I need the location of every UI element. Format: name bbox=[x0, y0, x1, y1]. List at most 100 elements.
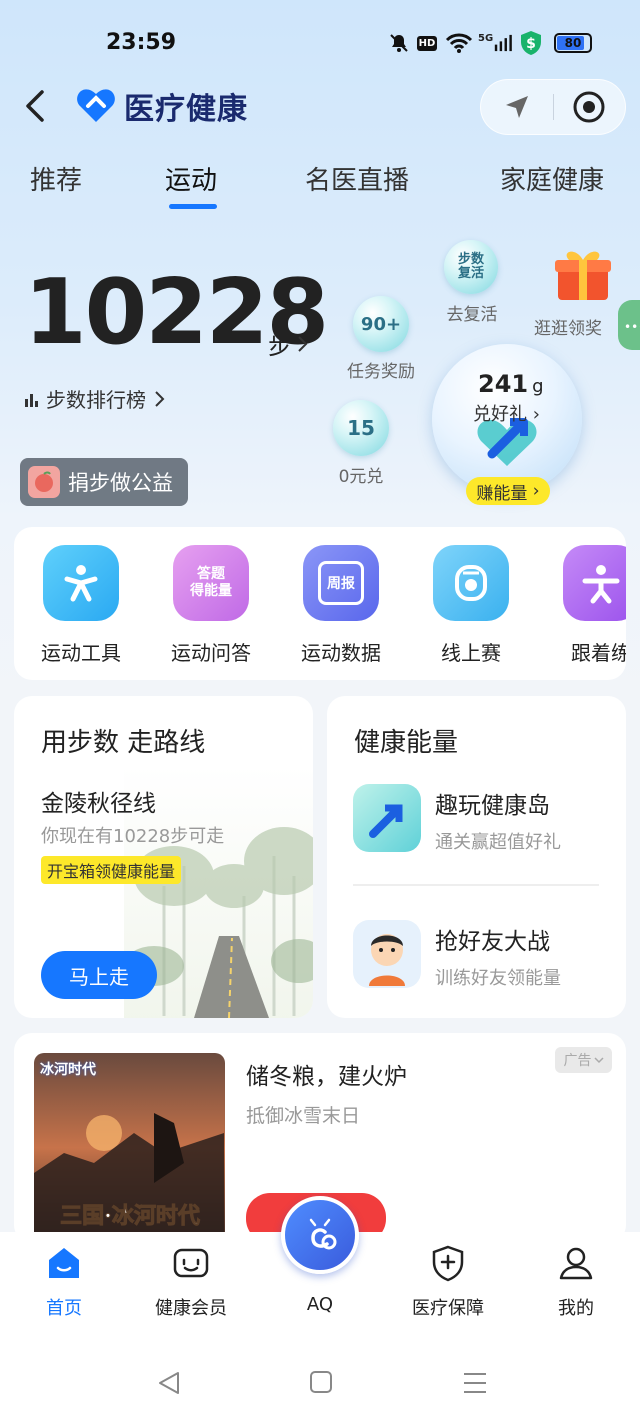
nav-health-member[interactable]: 健康会员 bbox=[141, 1244, 241, 1320]
donate-steps-label: 捐步做公益 bbox=[68, 471, 173, 495]
energy-row-sub: 通关赢超值好礼 bbox=[435, 832, 561, 853]
nav-label: 首页 bbox=[46, 1298, 82, 1319]
svg-text:$: $ bbox=[526, 36, 536, 52]
system-home-icon[interactable] bbox=[309, 1370, 333, 1394]
chevron-right-icon bbox=[155, 390, 165, 407]
sports-tools-card: 运动工具 答题 得能量 运动问答 周报 运动数据 线上赛 跟着练 bbox=[14, 527, 626, 680]
cellular-signal-icon: 5G bbox=[478, 30, 512, 56]
tab-sports[interactable]: 运动 bbox=[165, 160, 217, 197]
energy-row-sub: 训练好友领能量 bbox=[435, 968, 561, 989]
record-button[interactable] bbox=[554, 79, 626, 135]
chevron-right-icon bbox=[298, 335, 308, 352]
nav-medical-insurance[interactable]: 医疗保障 bbox=[398, 1244, 498, 1320]
tab-recommend[interactable]: 推荐 bbox=[30, 160, 82, 197]
energy-row-friends[interactable]: 抢好友大战 训练好友领能量 bbox=[327, 912, 626, 1012]
workout-person-icon bbox=[563, 545, 626, 621]
tool-sports-quiz[interactable]: 答题 得能量 运动问答 bbox=[161, 545, 261, 666]
energy-row-island[interactable]: 趣玩健康岛 通关赢超值好礼 bbox=[327, 776, 626, 876]
chevron-down-icon bbox=[593, 1057, 604, 1064]
peach-icon bbox=[28, 466, 60, 498]
energy-redeem-link[interactable]: 兑好礼 › bbox=[473, 400, 540, 426]
ad-tag[interactable]: 广告 bbox=[555, 1047, 612, 1073]
free-redeem-label: 0元兑 bbox=[338, 467, 384, 487]
tab-indicator bbox=[169, 204, 217, 209]
bar-chart-icon bbox=[25, 393, 38, 407]
ad-game-image[interactable]: 三国·冰河时代 冰河时代 bbox=[34, 1053, 225, 1243]
back-button[interactable] bbox=[18, 86, 58, 126]
island-arrow-icon bbox=[353, 784, 421, 852]
tab-family-health[interactable]: 家庭健康 bbox=[500, 160, 604, 197]
side-floating-tab[interactable]: ••• bbox=[618, 300, 640, 350]
tool-sports-tools[interactable]: 运动工具 bbox=[31, 545, 131, 666]
ad-subtitle: 抵御冰雪末日 bbox=[246, 1105, 361, 1127]
step-route-card[interactable]: 用步数 走路线 金陵秋径线 你现在有10228步可走 开宝箱领健康能量 马上走 bbox=[14, 696, 313, 1018]
user-icon bbox=[559, 1247, 593, 1280]
location-arrow-icon bbox=[505, 96, 528, 118]
target-record-icon bbox=[573, 91, 605, 123]
go-now-button[interactable]: 马上走 bbox=[41, 951, 157, 999]
nav-home[interactable]: 首页 bbox=[14, 1244, 114, 1320]
nav-label: AQ bbox=[306, 1294, 334, 1315]
energy-unit: g bbox=[532, 376, 544, 397]
mute-bell-icon bbox=[388, 30, 410, 56]
free-redeem-bubble[interactable]: 15 bbox=[333, 400, 389, 456]
location-button[interactable] bbox=[481, 79, 553, 135]
system-menu-icon[interactable] bbox=[462, 1372, 488, 1394]
route-name: 金陵秋径线 bbox=[41, 791, 156, 817]
tool-label: 运动工具 bbox=[41, 641, 121, 665]
donate-steps-button[interactable]: 捐步做公益 bbox=[20, 458, 188, 506]
step-unit-link[interactable]: 步 bbox=[268, 326, 310, 361]
route-card-title: 用步数 走路线 bbox=[41, 728, 206, 758]
battery-icon: 80 bbox=[552, 30, 594, 56]
app-logo: 医疗健康 bbox=[76, 84, 248, 128]
earn-energy-button[interactable]: 赚能量 › bbox=[466, 477, 550, 505]
wifi-icon bbox=[444, 30, 474, 56]
earn-energy-label: 赚能量 bbox=[476, 483, 528, 504]
energy-row-title: 趣玩健康岛 bbox=[435, 793, 550, 819]
mini-program-capsule bbox=[480, 79, 626, 135]
logo-text: 医疗健康 bbox=[124, 92, 248, 127]
revive-label: 去复活 bbox=[446, 305, 498, 325]
back-arrow-icon bbox=[26, 90, 44, 122]
energy-row-title: 抢好友大战 bbox=[435, 929, 550, 955]
member-card-icon bbox=[173, 1248, 209, 1278]
boy-avatar-icon bbox=[353, 920, 421, 988]
system-back-icon[interactable] bbox=[156, 1370, 182, 1396]
step-ranking-link[interactable]: 步数排行榜 bbox=[24, 384, 166, 413]
quiz-icon: 答题 得能量 bbox=[173, 545, 249, 621]
revive-bubble[interactable]: 步数 复活 bbox=[444, 240, 498, 294]
energy-amount: 241 g bbox=[478, 370, 544, 398]
task-reward-bubble[interactable]: 90+ bbox=[353, 296, 409, 352]
nav-label: 医疗保障 bbox=[412, 1298, 484, 1319]
nav-mine[interactable]: 我的 bbox=[526, 1244, 626, 1320]
route-desc: 你现在有10228步可走 bbox=[41, 826, 225, 847]
tool-online-race[interactable]: 线上赛 bbox=[421, 545, 521, 666]
svg-text:三国·冰河时代: 三国·冰河时代 bbox=[60, 1203, 200, 1229]
ad-tag-label: 广告 bbox=[563, 1053, 592, 1069]
task-reward-label: 任务奖励 bbox=[347, 362, 415, 382]
step-unit: 步 bbox=[268, 332, 292, 360]
nav-label: 我的 bbox=[558, 1298, 594, 1319]
heart-logo-icon bbox=[77, 89, 115, 122]
home-icon bbox=[49, 1248, 79, 1278]
status-time: 23:59 bbox=[106, 30, 177, 55]
energy-card-title: 健康能量 bbox=[354, 728, 459, 758]
hd-icon: HD bbox=[416, 35, 438, 51]
route-badge: 开宝箱领健康能量 bbox=[41, 856, 182, 884]
energy-value: 241 bbox=[478, 370, 529, 398]
tool-follow-workout[interactable]: 跟着练 bbox=[551, 545, 626, 666]
ad-game-logo-text: 冰河时代 bbox=[40, 1062, 96, 1078]
tool-sports-data[interactable]: 周报 运动数据 bbox=[291, 545, 391, 666]
tool-label: 跟着练 bbox=[571, 641, 626, 665]
gift-label: 逛逛领奖 bbox=[534, 319, 602, 339]
running-person-icon bbox=[43, 545, 119, 621]
tab-doctor-live[interactable]: 名医直播 bbox=[305, 160, 409, 197]
ad-title: 储冬粮，建火炉 bbox=[246, 1064, 407, 1090]
tool-label: 运动问答 bbox=[171, 641, 251, 665]
aq-assistant-icon[interactable] bbox=[281, 1196, 359, 1274]
step-ranking-label: 步数排行榜 bbox=[46, 388, 146, 412]
weekly-report-calendar-icon: 周报 bbox=[303, 545, 379, 621]
gift-box-icon[interactable] bbox=[552, 244, 614, 302]
energy-divider bbox=[353, 884, 599, 886]
shield-plus-icon bbox=[432, 1245, 464, 1282]
